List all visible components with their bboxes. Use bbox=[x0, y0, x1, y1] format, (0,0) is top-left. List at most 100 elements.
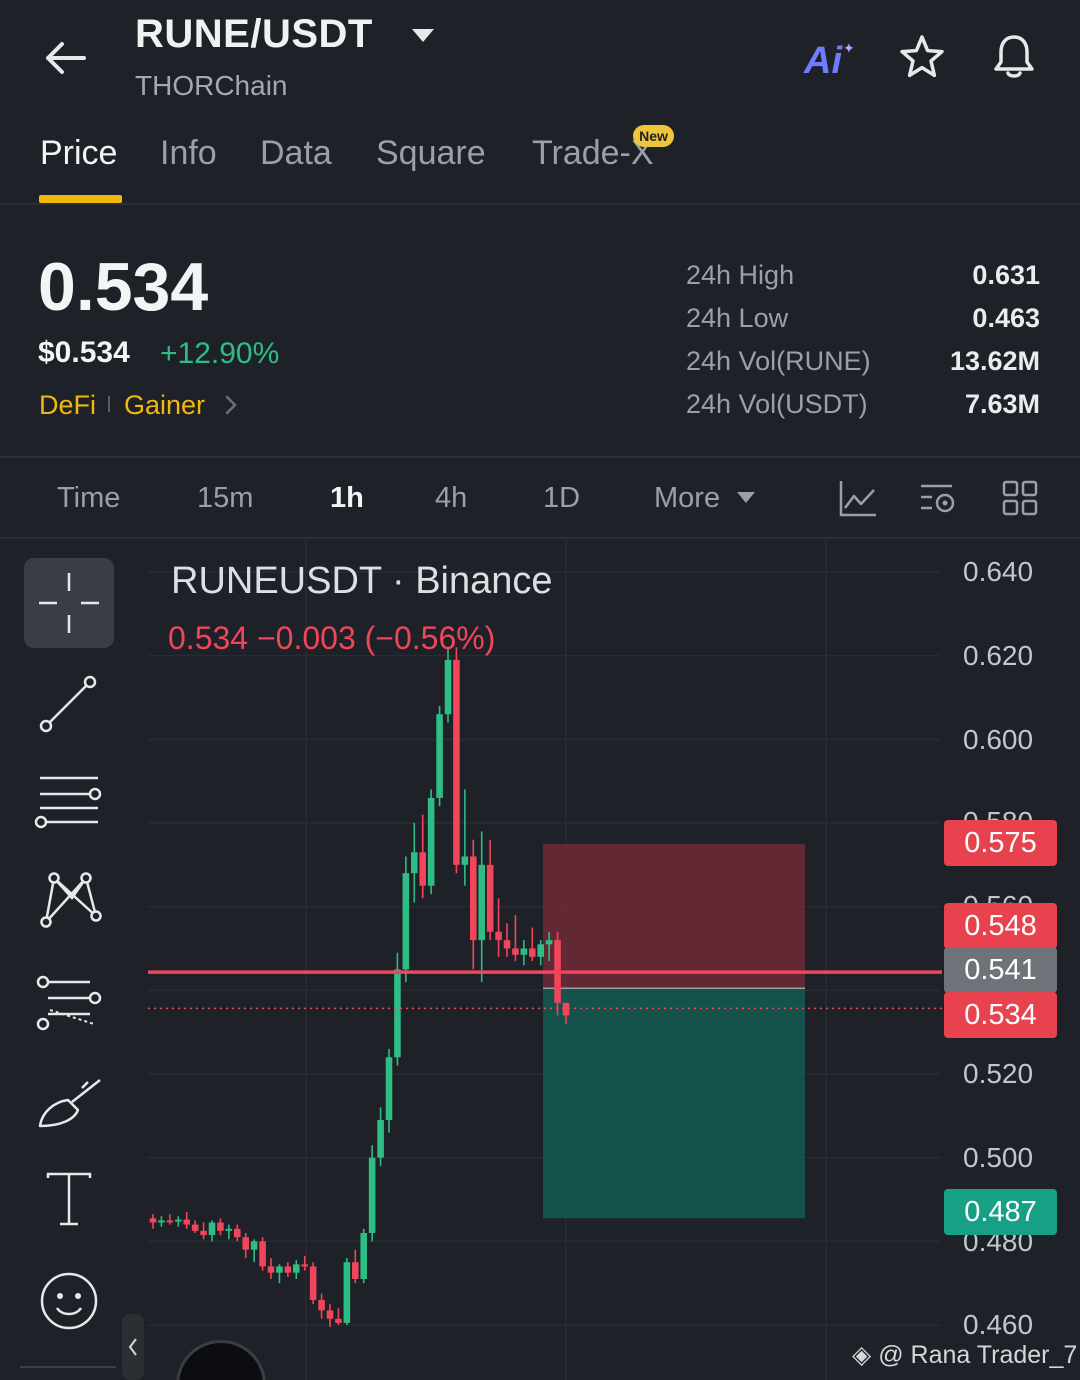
text-tool[interactable] bbox=[24, 1156, 114, 1246]
stat-value-high: 0.631 bbox=[972, 260, 1040, 290]
timeframe-1d[interactable]: 1D bbox=[543, 482, 580, 515]
indicator-chart-icon[interactable] bbox=[838, 478, 878, 518]
candle-body bbox=[276, 1266, 283, 1273]
candle-body bbox=[402, 873, 410, 970]
crosshair-tool[interactable] bbox=[24, 558, 114, 648]
brush-tool[interactable] bbox=[24, 1058, 114, 1148]
caret-down-icon[interactable] bbox=[736, 490, 756, 504]
tab-data[interactable]: Data bbox=[260, 134, 332, 173]
grid-layout-icon[interactable] bbox=[1000, 478, 1040, 518]
candle-body bbox=[528, 948, 536, 957]
timeframe-time[interactable]: Time bbox=[57, 482, 120, 515]
chevron-right-icon[interactable] bbox=[222, 394, 240, 416]
axis-label: 0.640 bbox=[963, 556, 1034, 587]
last-price-tag: 0.534 bbox=[944, 992, 1057, 1038]
stat-value-vol-usdt: 7.63M bbox=[964, 389, 1040, 419]
chart-settings-icon[interactable] bbox=[918, 478, 958, 518]
candle-body bbox=[512, 948, 519, 955]
candlestick-chart[interactable] bbox=[0, 538, 1080, 1380]
pattern-tool[interactable] bbox=[24, 858, 114, 948]
timeframe-more[interactable]: More bbox=[654, 482, 720, 515]
candle-body bbox=[208, 1222, 216, 1236]
tab-info[interactable]: Info bbox=[160, 134, 217, 173]
candle-body bbox=[267, 1266, 275, 1273]
timeframe-1h[interactable]: 1h bbox=[330, 482, 364, 515]
candle-body bbox=[427, 797, 435, 886]
candle-body bbox=[545, 940, 553, 945]
crosshair-price-tag: 0.541 bbox=[944, 947, 1057, 993]
divider bbox=[0, 456, 1080, 458]
candle-body bbox=[385, 1057, 393, 1121]
candle-body bbox=[174, 1219, 182, 1222]
change-percent: +12.90% bbox=[160, 337, 280, 370]
caret-down-icon[interactable] bbox=[410, 26, 436, 44]
candle-body bbox=[335, 1318, 342, 1323]
candle-body bbox=[377, 1120, 384, 1158]
star-icon[interactable] bbox=[898, 33, 946, 81]
candles bbox=[149, 647, 570, 1328]
stop-zone bbox=[543, 843, 805, 989]
candle-body bbox=[292, 1264, 300, 1273]
horizontal-lines-tool[interactable] bbox=[24, 760, 114, 850]
candle-body bbox=[503, 940, 511, 949]
tag-gainer[interactable]: Gainer bbox=[124, 390, 205, 421]
tag-separator bbox=[108, 396, 110, 412]
candle-body bbox=[191, 1224, 199, 1231]
candle-body bbox=[158, 1220, 165, 1223]
target-zone bbox=[543, 988, 805, 1219]
back-arrow-icon[interactable] bbox=[40, 32, 92, 84]
candle-body bbox=[183, 1219, 191, 1225]
chevron-left-icon bbox=[128, 1338, 137, 1356]
candle-body bbox=[284, 1266, 292, 1273]
last-price: 0.534 bbox=[38, 249, 209, 325]
candle-body bbox=[242, 1237, 250, 1250]
candle-body bbox=[343, 1262, 351, 1323]
candle-body bbox=[200, 1230, 207, 1236]
candle-body bbox=[360, 1232, 368, 1279]
trendline-tool[interactable] bbox=[24, 664, 114, 754]
collapse-tools-handle[interactable] bbox=[122, 1314, 144, 1380]
stat-label-vol-rune: 24h Vol(RUNE) bbox=[686, 346, 871, 376]
candle-body bbox=[217, 1222, 224, 1231]
sparkle-icon: ✦ bbox=[843, 40, 855, 56]
pair-title[interactable]: RUNE/USDT bbox=[135, 12, 373, 57]
fib-tool[interactable] bbox=[24, 958, 114, 1048]
axis-label: 0.620 bbox=[963, 640, 1034, 671]
candle-body bbox=[469, 856, 477, 941]
candle-body bbox=[461, 856, 469, 865]
ai-icon[interactable]: Ai bbox=[804, 40, 842, 83]
emoji-tool[interactable] bbox=[24, 1256, 114, 1346]
stat-value-vol-rune: 13.62M bbox=[949, 346, 1040, 376]
stat-value-low: 0.463 bbox=[972, 303, 1040, 333]
candle-body bbox=[537, 944, 545, 957]
chart-title: RUNEUSDT · Binance bbox=[171, 560, 553, 602]
candle-body bbox=[436, 714, 443, 798]
watermark: ◈ @ Rana Trader_7 bbox=[852, 1340, 1077, 1370]
candle-body bbox=[166, 1220, 174, 1223]
active-tab-indicator bbox=[39, 195, 122, 203]
trendline-icon bbox=[39, 675, 97, 733]
tab-price[interactable]: Price bbox=[40, 134, 117, 173]
crosshair-icon bbox=[39, 573, 99, 633]
candle-body bbox=[318, 1299, 325, 1311]
axis-label: 0.500 bbox=[963, 1142, 1034, 1173]
position-tool[interactable] bbox=[543, 843, 805, 1219]
smiley-icon bbox=[40, 1272, 98, 1330]
new-badge: New bbox=[633, 125, 674, 147]
bell-icon[interactable] bbox=[990, 31, 1038, 81]
timeframe-15m[interactable]: 15m bbox=[197, 482, 253, 515]
candle-body bbox=[309, 1266, 317, 1300]
candle-body bbox=[149, 1218, 157, 1223]
candle-body bbox=[394, 969, 401, 1058]
axis-label: 0.600 bbox=[963, 724, 1034, 755]
tab-square[interactable]: Square bbox=[376, 134, 486, 173]
candle-body bbox=[495, 931, 502, 941]
axis-label: 0.460 bbox=[963, 1309, 1034, 1340]
tag-defi[interactable]: DeFi bbox=[39, 390, 96, 421]
stat-label-low: 24h Low bbox=[686, 303, 789, 333]
timeframe-4h[interactable]: 4h bbox=[435, 482, 467, 515]
candle-body bbox=[478, 864, 486, 941]
entry-tag: 0.548 bbox=[944, 903, 1057, 949]
text-icon bbox=[46, 1172, 92, 1226]
candle-body bbox=[419, 852, 427, 886]
